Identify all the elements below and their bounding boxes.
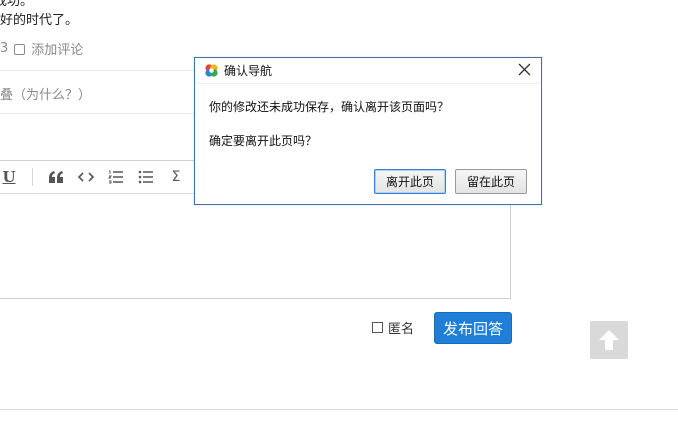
anonymous-label: 匿名	[388, 322, 415, 337]
scroll-to-top-button[interactable]	[590, 321, 628, 359]
dialog-question: 确定要离开此页吗？	[209, 134, 318, 148]
answer-text-fragment-top: 成功。	[0, 0, 34, 9]
arrow-up-icon	[599, 330, 619, 350]
close-icon[interactable]	[517, 62, 532, 77]
underline-icon[interactable]: U	[0, 166, 20, 188]
formula-icon[interactable]: Σ	[165, 166, 187, 188]
dialog-title: 确认导航	[224, 64, 273, 78]
code-icon[interactable]	[75, 166, 97, 188]
quote-icon[interactable]	[45, 166, 67, 188]
dialog-title-bar[interactable]: 确认导航	[195, 58, 541, 84]
anonymous-checkbox[interactable]	[372, 322, 383, 333]
ordered-list-icon[interactable]	[105, 166, 127, 188]
confirm-navigation-dialog: 确认导航 你的修改还未成功保存，确认离开该页面吗？ 确定要离开此页吗？ 离开此页…	[194, 57, 542, 205]
unordered-list-icon[interactable]	[135, 166, 157, 188]
footer-divider	[0, 409, 678, 410]
meta-count: 3	[0, 41, 9, 56]
comment-icon	[14, 44, 26, 55]
anonymous-option[interactable]: 匿名	[372, 318, 414, 337]
fold-hint-link[interactable]: 叠（为什么？）	[0, 84, 91, 103]
dialog-message: 你的修改还未成功保存，确认离开该页面吗？	[209, 100, 450, 114]
add-comment-link[interactable]: 添加评论	[31, 39, 83, 58]
publish-answer-button[interactable]: 发布回答	[434, 312, 512, 344]
stay-on-page-button[interactable]: 留在此页	[455, 169, 527, 194]
browser-logo-icon	[205, 64, 218, 77]
leave-page-button[interactable]: 离开此页	[374, 169, 446, 194]
answer-meta-row: 3 添加评论	[0, 39, 83, 58]
toolbar-separator	[32, 168, 33, 186]
answer-text-fragment: 好的时代了。	[0, 13, 79, 28]
